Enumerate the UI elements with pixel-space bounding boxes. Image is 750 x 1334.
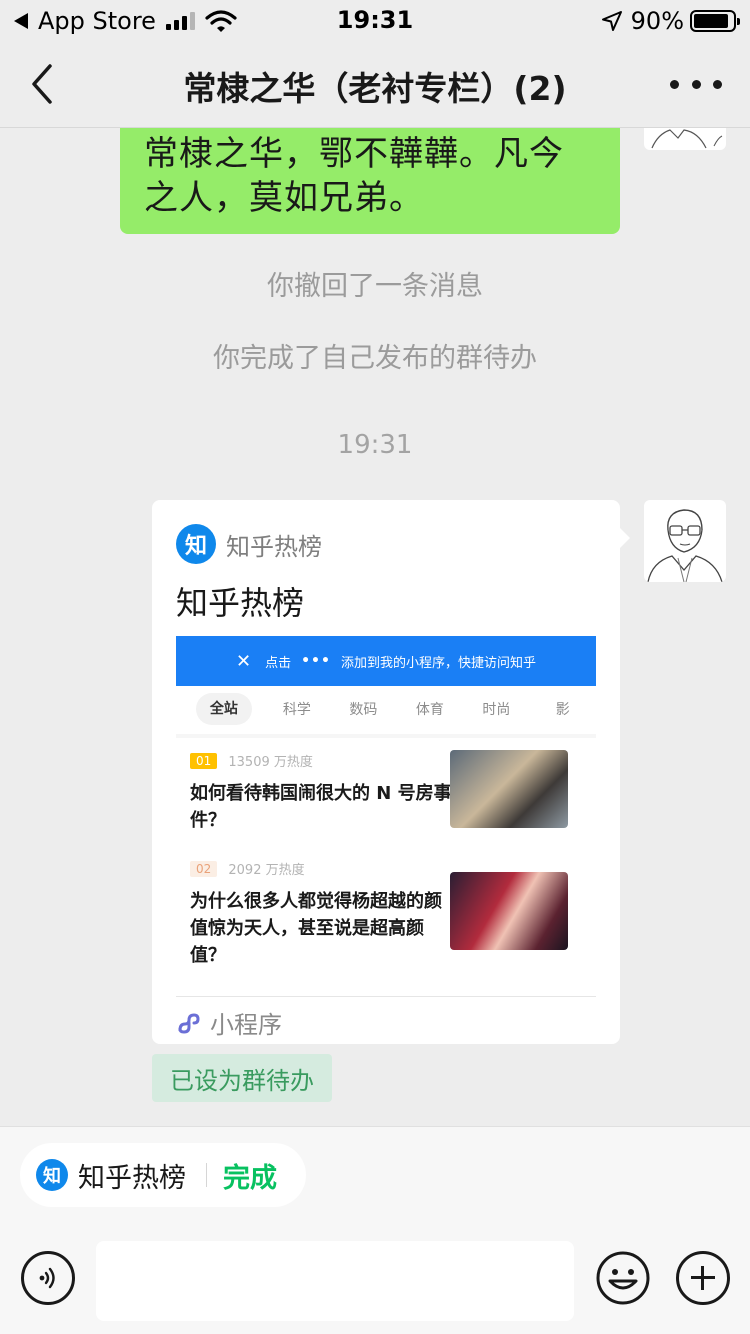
zhihu-logo-icon: 知 xyxy=(36,1159,68,1191)
card-pointer xyxy=(620,528,630,548)
nav-bar: 常棣之华（老衬专栏）(2) xyxy=(0,40,750,128)
group-todo-tag[interactable]: 已设为群待办 xyxy=(152,1054,332,1102)
rank-badge: 01 xyxy=(190,752,218,769)
mini-program-card[interactable]: 知 知乎热榜 知乎热榜 ✕ 点击 ••• 添加到我的小程序，快捷访问知乎 全站 … xyxy=(152,500,620,1044)
battery-fill xyxy=(694,14,729,28)
preview-tabs: 全站 科学 数码 体育 时尚 影 xyxy=(176,686,596,732)
system-message-recall: 你撤回了一条消息 xyxy=(267,271,483,302)
preview-tab-sports: 体育 xyxy=(415,702,444,718)
todo-pill-name[interactable]: 知乎热榜 xyxy=(78,1156,186,1195)
card-preview-image: ✕ 点击 ••• 添加到我的小程序，快捷访问知乎 全站 科学 数码 体育 时尚 … xyxy=(176,636,596,970)
location-arrow-icon xyxy=(601,11,622,31)
card-divider xyxy=(176,996,596,997)
preview-tab-all: 全站 xyxy=(196,693,252,725)
preview-banner: ✕ 点击 ••• 添加到我的小程序，快捷访问知乎 xyxy=(176,636,596,686)
hot-item-title: 如何看待韩国闹很大的 N 号房事件？ xyxy=(190,783,452,831)
preview-separator xyxy=(176,734,596,738)
zhihu-logo-icon: 知 xyxy=(176,524,216,564)
banner-prefix: 点击 xyxy=(265,655,292,671)
heat-value: 2092 万热度 xyxy=(228,863,305,878)
avatar[interactable] xyxy=(644,128,726,150)
message-input[interactable] xyxy=(96,1241,574,1321)
avatar[interactable] xyxy=(644,500,726,582)
card-footer-label: 小程序 xyxy=(210,1011,282,1039)
heat-value: 13509 万热度 xyxy=(228,755,313,770)
battery-percent: 90% xyxy=(630,7,684,35)
preview-tab-fashion: 时尚 xyxy=(482,702,511,718)
status-bar: App Store 19:31 90% xyxy=(0,0,750,40)
todo-done-button[interactable]: 完成 xyxy=(223,1156,277,1195)
hot-item-title: 为什么很多人都觉得杨超越的颜值惊为天人，甚至说是超高颜值？ xyxy=(190,891,442,966)
card-footer: 小程序 xyxy=(176,1005,282,1040)
voice-icon[interactable] xyxy=(21,1251,75,1305)
preview-tab-science: 科学 xyxy=(282,702,311,718)
chevron-left-icon[interactable] xyxy=(28,62,58,106)
system-message-todo-done: 你完成了自己发布的群待办 xyxy=(213,343,537,374)
banner-suffix: 添加到我的小程序，快捷访问知乎 xyxy=(340,655,536,671)
card-title: 知乎热榜 xyxy=(176,584,305,622)
message-bubble[interactable]: 常棣之华，鄂不韡韡。凡今之人，莫如兄弟。 xyxy=(120,128,620,234)
more-dots-icon: ••• xyxy=(301,653,331,669)
plus-icon[interactable] xyxy=(676,1251,730,1305)
close-icon: ✕ xyxy=(236,650,252,672)
rank-badge: 02 xyxy=(190,860,218,877)
card-app-name: 知乎热榜 xyxy=(226,532,322,561)
message-timestamp: 19:31 xyxy=(337,430,413,460)
bottom-panel: 知 知乎热榜 完成 xyxy=(0,1126,750,1334)
status-right: 90% xyxy=(601,6,740,36)
battery-icon xyxy=(690,10,740,32)
chat-area[interactable]: 常棣之华，鄂不韡韡。凡今之人，莫如兄弟。 你撤回了一条消息 你完成了自己发布的群… xyxy=(0,128,750,1126)
card-header: 知 知乎热榜 xyxy=(176,524,322,564)
preview-tab-digital: 数码 xyxy=(349,702,378,718)
hot-item-thumbnail xyxy=(450,872,568,950)
todo-pill-divider xyxy=(206,1163,207,1187)
hot-item-thumbnail xyxy=(450,750,568,828)
page-title: 常棣之华（老衬专栏）(2) xyxy=(183,69,567,108)
preview-tab-film: 影 xyxy=(555,702,570,718)
mini-program-icon xyxy=(178,1012,200,1033)
emoji-icon[interactable] xyxy=(596,1251,650,1305)
more-icon[interactable] xyxy=(670,64,722,104)
group-todo-pill[interactable]: 知 知乎热榜 完成 xyxy=(20,1143,306,1207)
